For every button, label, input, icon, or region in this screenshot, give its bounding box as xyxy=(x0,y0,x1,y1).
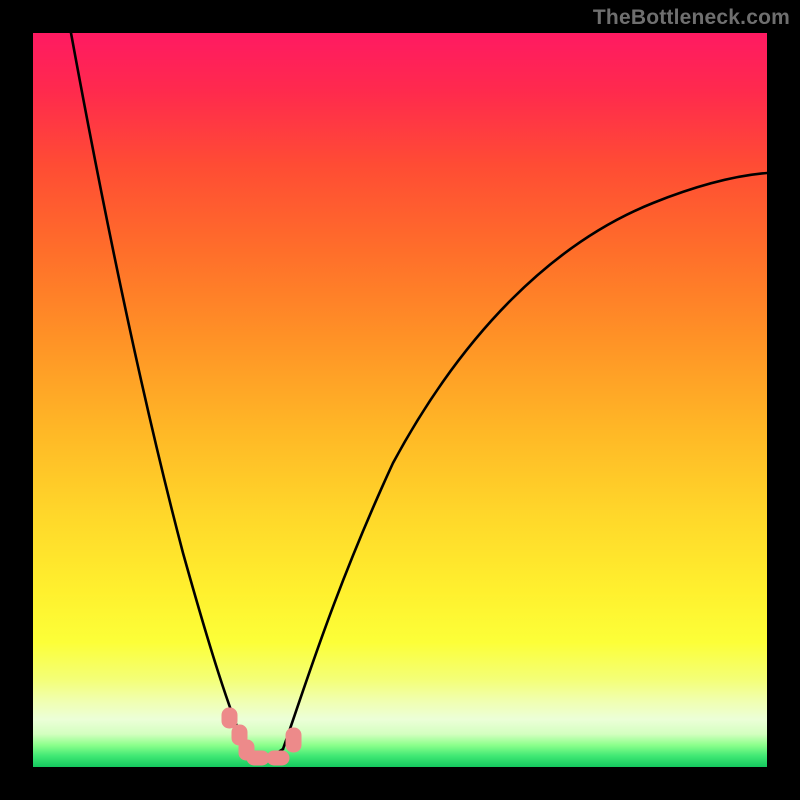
marker-layer xyxy=(33,33,767,767)
chart-frame: TheBottleneck.com xyxy=(0,0,800,800)
bottleneck-marker xyxy=(222,708,301,765)
plot-area xyxy=(33,33,767,767)
watermark-text: TheBottleneck.com xyxy=(593,6,790,30)
